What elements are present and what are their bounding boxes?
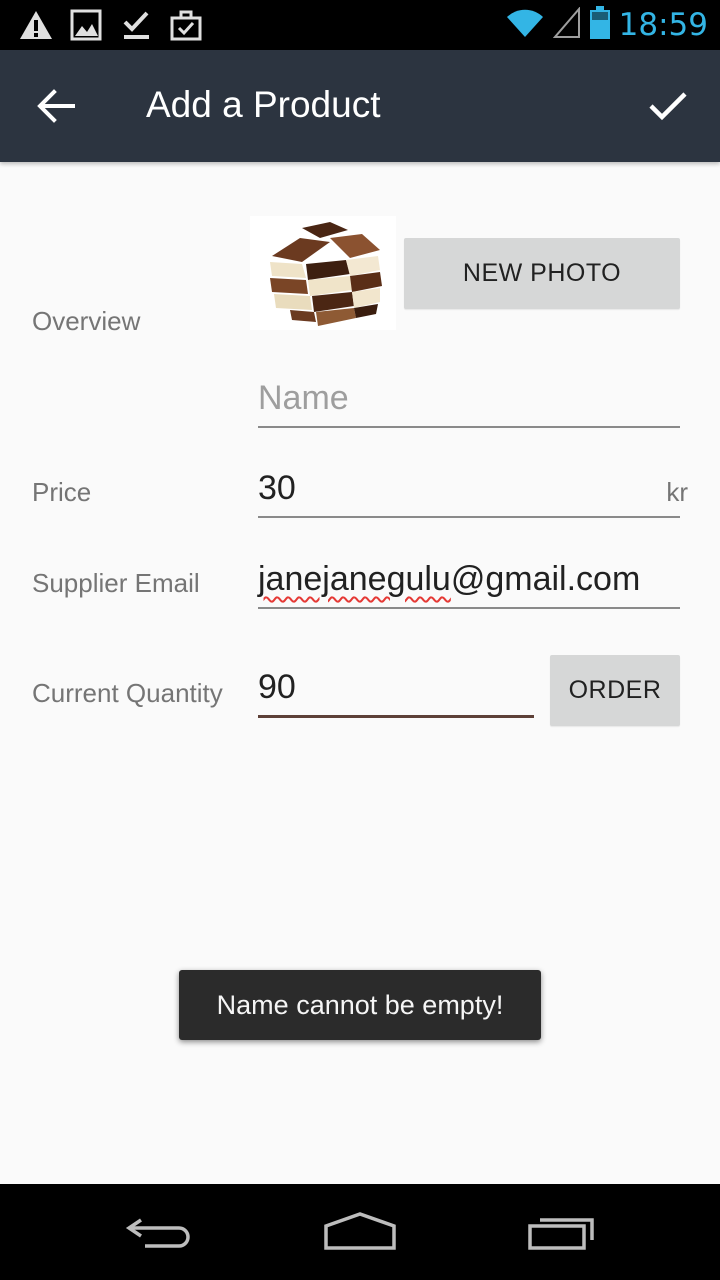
briefcase-check-icon [168, 8, 204, 42]
clock: 18:59 [618, 7, 708, 43]
app-bar: Add a Product [0, 50, 720, 162]
overview-label: Overview [32, 306, 141, 336]
home-nav-icon [324, 1212, 396, 1250]
supplier-email-label: Supplier Email [32, 568, 200, 598]
misspelled-word: janejanegulu [258, 560, 451, 598]
new-photo-button[interactable]: NEW PHOTO [404, 238, 680, 309]
quantity-value: 90 [258, 668, 296, 706]
price-label: Price [32, 477, 92, 507]
battery-icon [589, 5, 611, 45]
back-button[interactable] [30, 80, 82, 132]
save-button[interactable] [642, 80, 694, 132]
quantity-field[interactable]: 90 [258, 664, 534, 718]
email-domain: @gmail.com [450, 560, 641, 598]
image-icon [68, 8, 104, 42]
status-bar: 18:59 [0, 0, 720, 50]
download-done-icon [118, 8, 154, 42]
check-icon [649, 92, 687, 121]
signal-icon [552, 5, 581, 44]
system-icons: 18:59 [505, 5, 708, 45]
supplier-email-field[interactable]: janejanegulu@gmail.com [258, 555, 680, 609]
product-photo[interactable] [250, 216, 396, 330]
name-field[interactable]: Name [258, 374, 680, 428]
recents-nav-icon [528, 1218, 594, 1250]
nav-recents-button[interactable] [517, 1204, 607, 1260]
page-title: Add a Product [146, 84, 381, 125]
quantity-label: Current Quantity [32, 678, 223, 708]
nav-home-button[interactable] [315, 1204, 405, 1260]
price-value: 30 [258, 469, 296, 507]
chocolate-image [250, 216, 396, 330]
wifi-icon [505, 7, 545, 44]
notification-icons [18, 8, 204, 42]
order-button[interactable]: ORDER [550, 655, 680, 726]
nav-back-button[interactable] [115, 1204, 205, 1260]
arrow-back-icon [37, 89, 75, 123]
warning-icon [18, 8, 54, 42]
back-nav-icon [125, 1218, 190, 1248]
supplier-email-value: janejanegulu@gmail.com [258, 560, 640, 599]
name-placeholder: Name [258, 379, 349, 417]
currency-suffix: kr [666, 477, 688, 507]
price-field[interactable]: 30 [258, 464, 680, 518]
toast-message: Name cannot be empty! [179, 970, 541, 1040]
navigation-bar [0, 1184, 720, 1280]
